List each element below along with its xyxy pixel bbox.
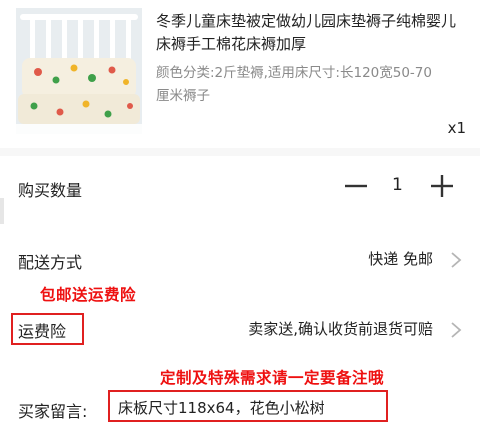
product-image[interactable] <box>16 8 142 134</box>
product-title[interactable]: 冬季儿童床垫被定做幼儿园床垫褥子纯棉婴儿床褥手工棉花床褥加厚 <box>156 10 456 56</box>
shipping-method-label: 配送方式 <box>18 253 83 272</box>
section-divider <box>0 148 480 156</box>
product-quantity: x1 <box>447 119 466 137</box>
minus-icon <box>345 184 367 188</box>
product-summary: 冬季儿童床垫被定做幼儿园床垫褥子纯棉婴儿床褥手工棉花床褥加厚 颜色分类:2斤垫褥… <box>0 0 480 148</box>
shipping-insurance-value[interactable]: 卖家送,确认收货前退货可赔 <box>248 318 433 339</box>
shipping-insurance-label: 运费险 <box>18 322 67 341</box>
annotation-free-shipping: 包邮送运费险 <box>40 286 137 304</box>
buyer-message-input[interactable] <box>118 396 384 418</box>
decrease-quantity-button[interactable] <box>340 170 372 202</box>
annotation-custom-note: 定制及特殊需求请一定要备注哦 <box>160 369 385 387</box>
shipping-method-value[interactable]: 快递 免邮 <box>368 248 433 269</box>
chevron-right-icon[interactable] <box>450 321 462 339</box>
product-sku: 颜色分类:2斤垫褥,适用床尺寸:长120宽50-70厘米褥子 <box>156 65 432 104</box>
edge-tab <box>0 198 4 224</box>
increase-quantity-button[interactable] <box>426 170 458 202</box>
purchase-quantity-label: 购买数量 <box>18 181 83 200</box>
buyer-message-label: 买家留言: <box>18 402 88 421</box>
quantity-value[interactable]: 1 <box>392 175 403 195</box>
chevron-right-icon[interactable] <box>450 251 462 269</box>
plus-icon <box>431 175 453 197</box>
